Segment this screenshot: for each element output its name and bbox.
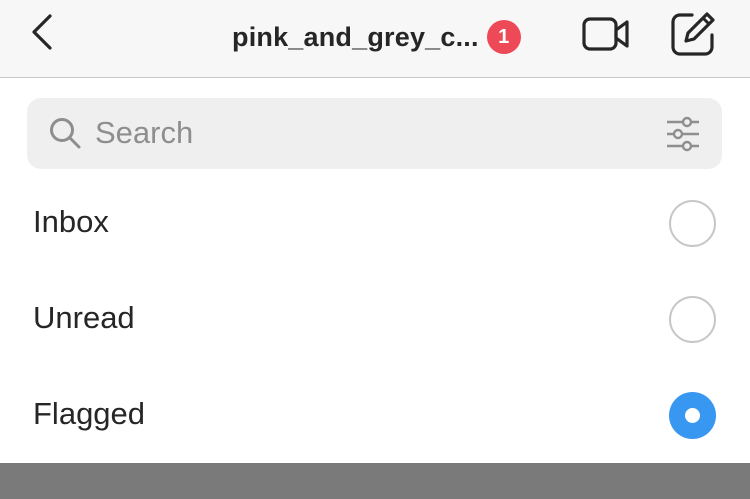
unread-count-badge: 1 [486,20,521,54]
back-button[interactable] [24,10,60,54]
video-call-button[interactable] [580,12,632,56]
video-camera-icon [582,17,629,51]
filter-option-label: Flagged [33,396,146,431]
magnifier-icon [50,118,81,149]
compose-icon [671,12,715,56]
direct-messages-screen: pink_and_grey_c... 1 Search Inbox Unread… [0,0,750,499]
filter-option-inbox[interactable]: Inbox [0,180,750,270]
search-input[interactable] [95,110,635,156]
filter-option-unread[interactable]: Unread [0,276,750,366]
filter-option-flagged[interactable]: Flagged [0,372,750,462]
radio-button-selected[interactable] [669,392,716,439]
conversation-title: pink_and_grey_c... [232,21,479,52]
sliders-icon[interactable] [663,114,703,154]
chevron-left-icon [32,14,52,50]
search-bar[interactable] [27,98,722,169]
radio-button[interactable] [669,200,716,247]
radio-button[interactable] [669,296,716,343]
dimmed-background-overlay[interactable] [0,463,750,499]
conversation-title-group[interactable]: pink_and_grey_c... 1 [232,16,521,58]
filter-option-label: Unread [33,300,135,335]
filter-option-label: Inbox [33,204,109,239]
top-bar: pink_and_grey_c... 1 [0,0,750,78]
compose-message-button[interactable] [666,8,720,60]
